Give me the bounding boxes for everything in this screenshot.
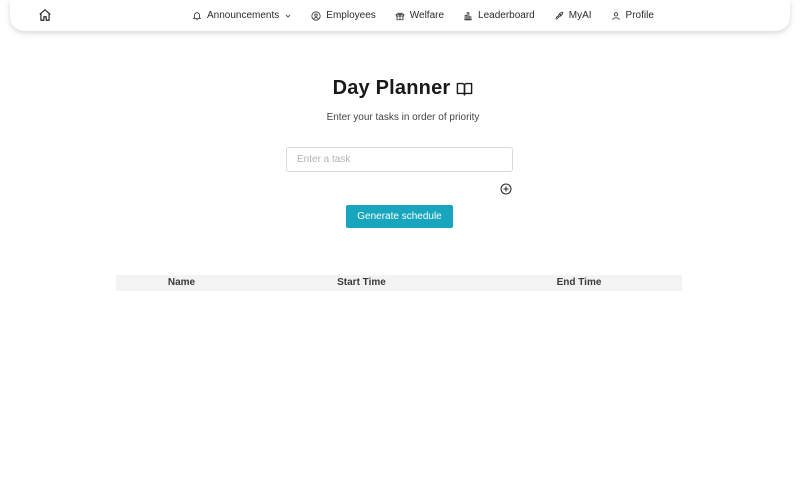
nav-item-label: Employees bbox=[326, 10, 376, 21]
nav-item-profile[interactable]: Profile bbox=[611, 10, 654, 21]
page-subtitle: Enter your tasks in order of priority bbox=[326, 112, 480, 123]
page-title-row: Day Planner bbox=[0, 77, 806, 100]
nav-item-label: Leaderboard bbox=[478, 10, 535, 21]
generate-schedule-button[interactable]: Generate schedule bbox=[346, 205, 453, 228]
nav-item-label: Profile bbox=[625, 10, 654, 21]
nav-item-employees[interactable]: Employees bbox=[311, 10, 376, 21]
gift-icon bbox=[395, 12, 404, 20]
column-header-start-time: Start Time bbox=[337, 277, 386, 288]
nav-item-leaderboard[interactable]: Leaderboard bbox=[463, 10, 535, 21]
table-header-row: Name Start Time End Time bbox=[116, 275, 682, 291]
bar-chart-icon bbox=[464, 11, 472, 20]
column-header-end-time: End Time bbox=[556, 277, 602, 288]
add-task-button[interactable] bbox=[499, 182, 512, 195]
nav-item-announcements[interactable]: Announcements bbox=[192, 10, 292, 21]
column-header-name: Name bbox=[167, 277, 196, 288]
schedule-table: Name Start Time End Time bbox=[116, 275, 682, 291]
nav-item-label: Welfare bbox=[409, 10, 445, 21]
nav-item-label: Announcements bbox=[207, 10, 280, 21]
user-icon bbox=[611, 11, 620, 20]
nav-item-welfare[interactable]: Welfare bbox=[395, 10, 444, 21]
chevron-down-icon bbox=[285, 14, 291, 18]
user-circle-icon bbox=[311, 10, 321, 21]
top-navbar: Announcements Employees Welfare Leaderbo… bbox=[10, 0, 790, 31]
book-open-icon bbox=[457, 82, 473, 96]
home-button[interactable] bbox=[37, 7, 53, 23]
page-title: Day Planner bbox=[332, 77, 451, 99]
bell-icon bbox=[192, 11, 202, 20]
plus-circle-icon bbox=[500, 183, 511, 194]
nav-item-label: MyAI bbox=[568, 10, 592, 21]
rocket-icon bbox=[555, 11, 563, 19]
nav-item-myai[interactable]: MyAI bbox=[554, 10, 592, 21]
home-icon bbox=[39, 9, 51, 21]
task-input[interactable] bbox=[286, 147, 513, 172]
nav-menu: Announcements Employees Welfare Leaderbo… bbox=[192, 0, 654, 31]
